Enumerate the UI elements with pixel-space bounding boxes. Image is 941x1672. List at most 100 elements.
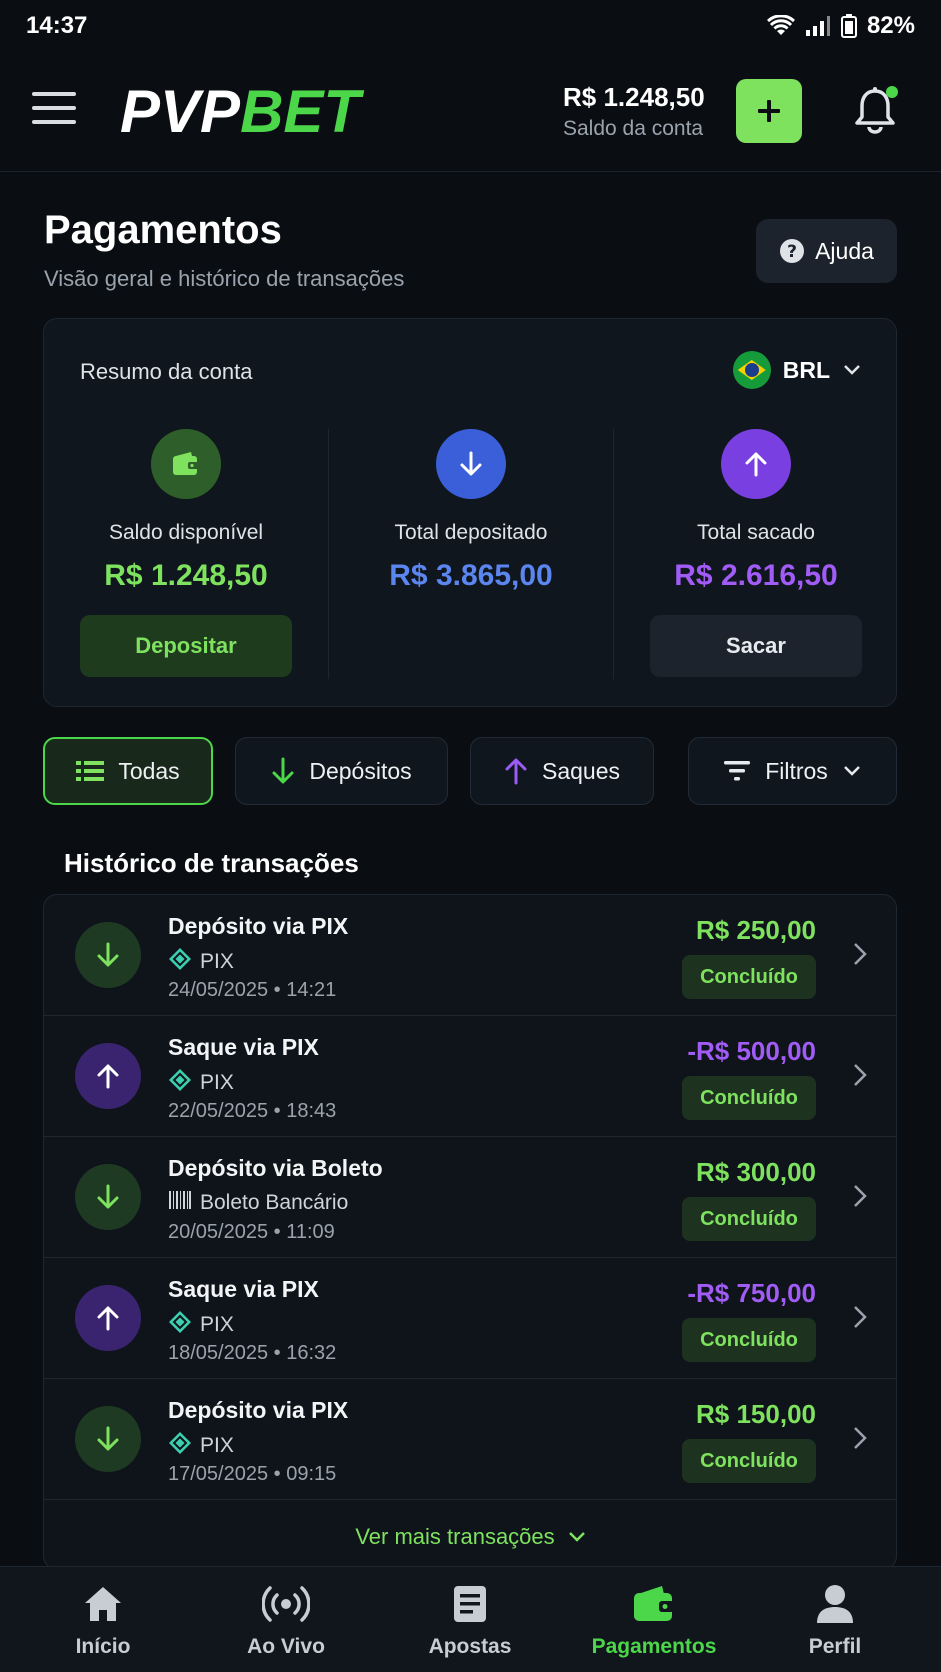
nav-profile-label: Perfil xyxy=(808,1635,862,1658)
transaction-method: Boleto Bancário xyxy=(168,1189,348,1217)
transaction-title: Depósito via Boleto xyxy=(168,1155,383,1181)
arrow-up-icon xyxy=(505,758,527,785)
transaction-date: 24/05/2025 • 14:21 xyxy=(168,979,337,1001)
bet-slip-icon xyxy=(454,1586,486,1622)
account-summary-card: Resumo da conta BRL Saldo disponível R$ … xyxy=(43,318,897,707)
nav-live-label: Ao Vivo xyxy=(247,1635,325,1658)
see-more-transactions-button[interactable]: Ver mais transações xyxy=(44,1503,896,1569)
status-badge: Concluído xyxy=(682,1076,816,1120)
nav-payments[interactable]: Pagamentos xyxy=(560,1581,748,1659)
available-value: R$ 1.248,50 xyxy=(104,559,268,592)
transaction-method: PIX xyxy=(168,1431,234,1461)
transaction-date: 20/05/2025 • 11:09 xyxy=(168,1221,335,1243)
notification-dot xyxy=(886,86,898,98)
transaction-row[interactable]: Depósito via PIX PIX 24/05/2025 • 14:21 R$ … xyxy=(44,895,896,1016)
user-icon xyxy=(817,1585,853,1623)
pix-icon xyxy=(168,1310,192,1340)
chevron-down-icon xyxy=(568,1532,585,1542)
deposited-value: R$ 3.865,00 xyxy=(389,559,553,592)
available-balance-column: Saldo disponível R$ 1.248,50 xyxy=(44,429,328,593)
transaction-amount: R$ 300,00 xyxy=(696,1157,816,1187)
withdrawn-label: Total sacado xyxy=(697,521,815,544)
currency-selector[interactable]: BRL xyxy=(732,351,862,389)
transaction-list: Depósito via PIX PIX 24/05/2025 • 14:21 R$ … xyxy=(43,894,897,1570)
nav-bets[interactable]: Apostas xyxy=(376,1581,564,1659)
transaction-date: 22/05/2025 • 18:43 xyxy=(168,1100,337,1122)
menu-icon[interactable] xyxy=(32,92,76,132)
brazil-flag-icon xyxy=(732,351,771,389)
summary-title: Resumo da conta xyxy=(80,359,253,384)
currency-code: BRL xyxy=(782,356,830,383)
transaction-row[interactable]: Depósito via Boleto Boleto Bancário 20/05/… xyxy=(44,1137,896,1258)
transaction-row[interactable]: Saque via PIX PIX 22/05/2025 • 18:43 -R$ 50… xyxy=(44,1016,896,1137)
nav-home-label: Início xyxy=(75,1635,131,1658)
quick-deposit-button[interactable] xyxy=(736,79,802,143)
pix-icon xyxy=(168,947,192,977)
deposit-button[interactable]: Depositar xyxy=(80,615,292,677)
total-withdrawn-column: Total sacado R$ 2.616,50 xyxy=(614,429,898,593)
transaction-date: 18/05/2025 • 16:32 xyxy=(168,1342,337,1364)
notifications-button[interactable] xyxy=(854,86,900,136)
filter-withdrawals-tab[interactable]: Saques xyxy=(470,737,654,805)
available-label: Saldo disponível xyxy=(108,521,264,544)
header-balance: R$ 1.248,50 Saldo da conta xyxy=(563,82,705,141)
header-balance-amount: R$ 1.248,50 xyxy=(563,82,705,112)
transaction-amount: -R$ 500,00 xyxy=(687,1036,816,1066)
wallet-icon xyxy=(151,429,221,499)
home-icon xyxy=(85,1587,121,1621)
app-header: PVPBET R$ 1.248,50 Saldo da conta xyxy=(0,56,941,172)
nav-payments-label: Pagamentos xyxy=(591,1635,717,1658)
filters-dropdown[interactable]: Filtros xyxy=(688,737,897,805)
total-deposited-column: Total depositado R$ 3.865,00 xyxy=(329,429,613,593)
wallet-icon xyxy=(634,1586,674,1621)
pix-icon xyxy=(168,1068,192,1098)
status-bar: 14:37 82% xyxy=(0,0,941,56)
transaction-row[interactable]: Depósito via PIX PIX 17/05/2025 • 09:15 R$ … xyxy=(44,1379,896,1500)
chevron-right-icon xyxy=(852,1304,868,1335)
arrow-up-icon xyxy=(75,1043,141,1109)
battery-icon xyxy=(840,14,857,38)
withdraw-button[interactable]: Sacar xyxy=(650,615,862,677)
chevron-right-icon xyxy=(852,1425,868,1456)
nav-live[interactable]: Ao Vivo xyxy=(192,1581,380,1659)
status-time: 14:37 xyxy=(26,12,88,39)
transaction-row[interactable]: Saque via PIX PIX 18/05/2025 • 16:32 -R$ 75… xyxy=(44,1258,896,1379)
signal-icon xyxy=(805,16,830,36)
nav-bets-label: Apostas xyxy=(428,1635,512,1658)
pix-icon xyxy=(168,1431,192,1461)
chevron-right-icon xyxy=(852,1183,868,1214)
brand-logo[interactable]: PVPBET xyxy=(120,80,360,144)
wifi-icon xyxy=(766,15,795,35)
deposited-label: Total depositado xyxy=(394,521,548,544)
nav-home[interactable]: Início xyxy=(9,1581,197,1659)
transaction-title: Saque via PIX xyxy=(168,1034,319,1060)
help-label: Ajuda xyxy=(815,237,874,264)
filter-all-label: Todas xyxy=(118,757,180,784)
barcode-icon xyxy=(168,1189,192,1217)
transaction-title: Depósito via PIX xyxy=(168,913,349,939)
filter-all-tab[interactable]: Todas xyxy=(43,737,213,805)
svg-text:?: ? xyxy=(787,242,797,262)
page-title: Pagamentos xyxy=(44,208,282,252)
help-button[interactable]: ? Ajuda xyxy=(756,219,897,283)
transaction-title: Depósito via PIX xyxy=(168,1397,349,1423)
filter-deposits-label: Depósitos xyxy=(309,757,412,784)
transaction-amount: -R$ 750,00 xyxy=(687,1278,816,1308)
status-badge: Concluído xyxy=(682,955,816,999)
transaction-title: Saque via PIX xyxy=(168,1276,319,1302)
arrow-up-icon xyxy=(721,429,791,499)
see-more-label: Ver mais transações xyxy=(355,1524,555,1549)
transaction-method-label: PIX xyxy=(200,950,234,973)
chevron-down-icon xyxy=(843,766,860,776)
header-balance-label: Saldo da conta xyxy=(563,117,704,140)
status-badge: Concluído xyxy=(682,1197,816,1241)
withdrawn-value: R$ 2.616,50 xyxy=(674,559,838,592)
nav-profile[interactable]: Perfil xyxy=(741,1581,929,1659)
status-icons: 82% xyxy=(766,12,915,40)
filter-withdrawals-label: Saques xyxy=(541,757,620,784)
arrow-up-icon xyxy=(75,1285,141,1351)
transaction-amount: R$ 150,00 xyxy=(696,1399,816,1429)
filter-deposits-tab[interactable]: Depósitos xyxy=(235,737,448,805)
chevron-right-icon xyxy=(852,1062,868,1093)
transaction-method-label: PIX xyxy=(200,1071,234,1094)
